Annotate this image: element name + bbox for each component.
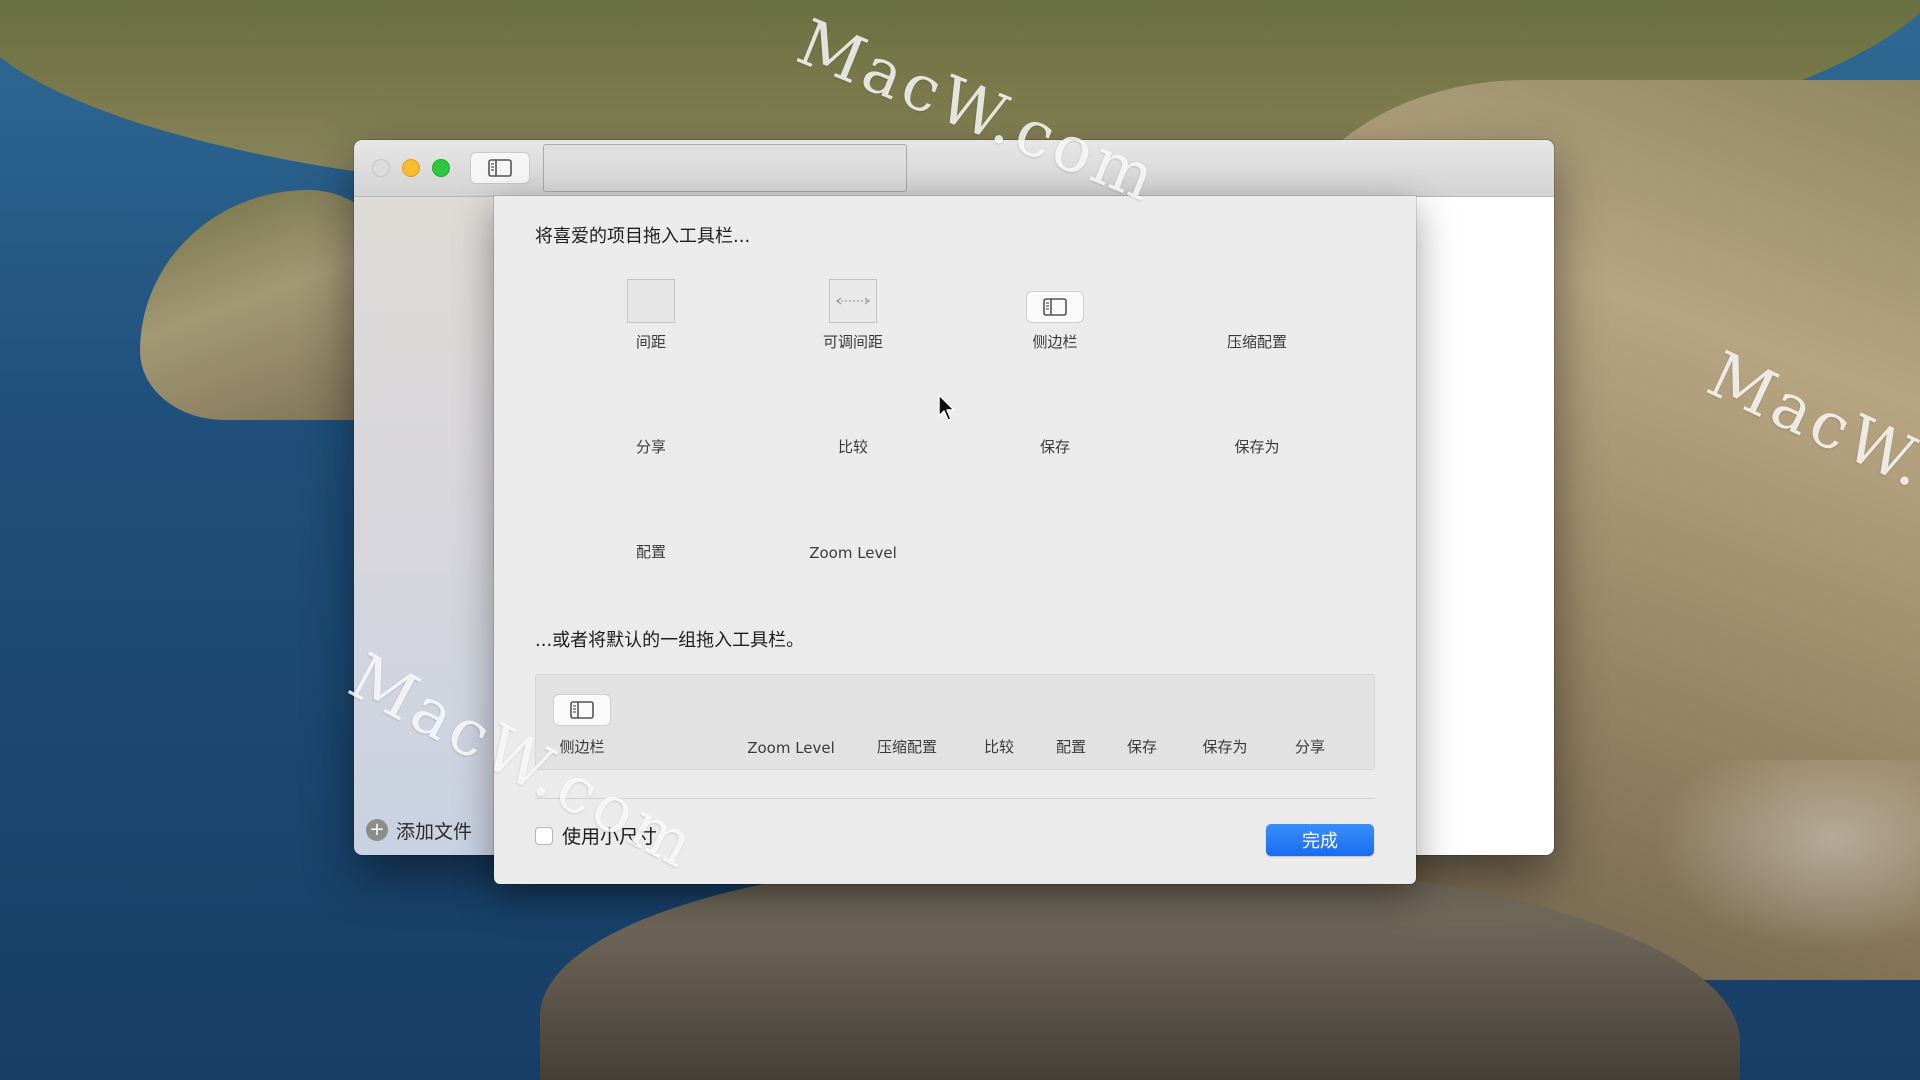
default-item-share: 分享 — [1280, 675, 1340, 771]
palette-item-label: 压缩配置 — [1226, 333, 1287, 351]
default-set-heading: ...或者将默认的一组拖入工具栏。 — [535, 630, 805, 651]
default-item-label: 配置 — [1055, 738, 1086, 756]
add-file-button[interactable]: + 添加文件 — [366, 816, 472, 844]
use-small-size-checkbox[interactable] — [535, 826, 553, 845]
palette-item-label: 分享 — [635, 438, 666, 456]
palette-item-config[interactable]: 配置 — [551, 482, 751, 562]
sidebar-icon — [553, 694, 611, 726]
palette-item-label: 保存 — [1039, 438, 1070, 456]
default-item-label: 保存为 — [1202, 738, 1248, 756]
palette-item-label: 可调间距 — [822, 333, 883, 351]
palette-heading: 将喜爱的项目拖入工具栏... — [535, 226, 751, 247]
default-item-label: 保存 — [1126, 738, 1157, 756]
palette-item-flexible-spacer[interactable]: 可调间距 — [753, 272, 953, 352]
zoom-window-button[interactable] — [432, 159, 450, 177]
sidebar-icon — [1026, 291, 1084, 323]
minimize-window-button[interactable] — [402, 159, 420, 177]
toggle-sidebar-button[interactable] — [470, 152, 530, 184]
default-item-compare: 比较 — [969, 675, 1029, 771]
palette-item-save-as[interactable]: 保存为 — [1157, 377, 1357, 457]
mouse-cursor-icon — [938, 394, 955, 421]
palette-item-compress-config[interactable]: 压缩配置 — [1157, 272, 1357, 352]
default-item-label: 比较 — [983, 738, 1014, 756]
palette-item-share[interactable]: 分享 — [551, 377, 751, 457]
palette-item-spacer[interactable]: 间距 — [551, 272, 751, 352]
palette-item-label: 侧边栏 — [1032, 333, 1078, 351]
default-item-config: 配置 — [1041, 675, 1101, 771]
palette-item-label: 保存为 — [1234, 438, 1280, 456]
wallpaper-surf — [1640, 760, 1920, 960]
default-item-label: Zoom Level — [747, 739, 835, 757]
close-window-button[interactable] — [372, 159, 390, 177]
spacer-icon — [627, 279, 675, 323]
sidebar-icon — [488, 159, 512, 177]
default-item-zoom-level: Zoom Level — [731, 675, 851, 771]
default-item-save: 保存 — [1112, 675, 1172, 771]
default-item-label: 分享 — [1294, 738, 1325, 756]
add-file-label: 添加文件 — [396, 820, 473, 843]
palette-item-save[interactable]: 保存 — [955, 377, 1155, 457]
palette-item-compare[interactable]: 比较 — [753, 377, 953, 457]
palette-item-sidebar[interactable]: 侧边栏 — [955, 272, 1155, 352]
default-item-compress-config: 压缩配置 — [862, 675, 952, 771]
done-button[interactable]: 完成 — [1266, 824, 1374, 856]
default-item-label: 压缩配置 — [876, 738, 937, 756]
palette-item-label: 间距 — [635, 333, 666, 351]
window-titlebar[interactable] — [354, 140, 1554, 197]
default-item-save-as: 保存为 — [1190, 675, 1260, 771]
palette-item-zoom-level[interactable]: Zoom Level — [753, 482, 953, 562]
default-toolbar-set[interactable]: 侧边栏 Zoom Level 压缩配置 比较 配置 保存 保存为 分享 — [535, 674, 1375, 770]
plus-circle-icon: + — [366, 819, 388, 841]
flexible-spacer-icon — [829, 279, 877, 323]
toolbar-customize-drop-area[interactable] — [543, 144, 907, 192]
palette-item-label: Zoom Level — [809, 544, 897, 562]
palette-item-label: 配置 — [635, 543, 666, 561]
palette-item-label: 比较 — [837, 438, 868, 456]
